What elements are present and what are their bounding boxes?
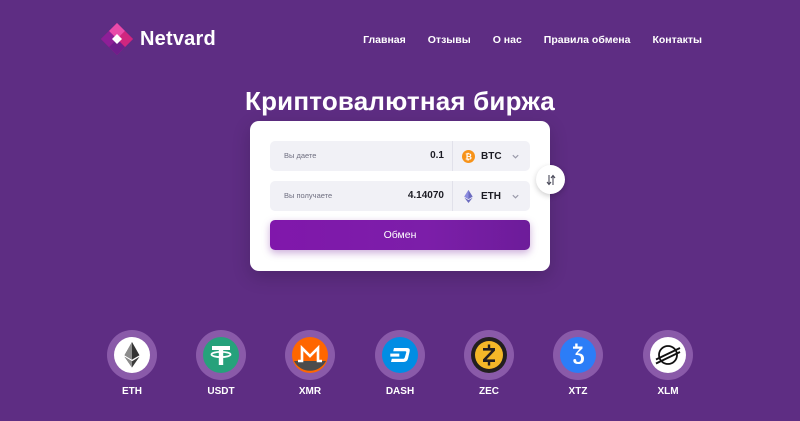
tether-icon (203, 337, 239, 373)
swap-button[interactable] (536, 165, 565, 194)
coin-label: XLM (657, 386, 679, 397)
brand-name: Netvard (140, 27, 216, 50)
get-field: Вы получаете 4.14070 ETH (270, 181, 530, 211)
coin-eth[interactable]: ETH (102, 330, 162, 397)
chevron-down-icon (512, 154, 519, 159)
nav-item-contacts[interactable]: Контакты (652, 34, 702, 46)
tezos-icon (560, 337, 596, 373)
give-currency-select[interactable]: ₿ BTC (453, 141, 530, 171)
nav-item-home[interactable]: Главная (363, 34, 406, 46)
stellar-icon (650, 337, 686, 373)
page-title: Криптовалютная биржа (245, 86, 555, 116)
coin-xlm[interactable]: XLM (638, 330, 698, 397)
coin-list: ETH USDT XMR DASH ZEC XTZ XLM (0, 330, 800, 400)
coin-label: USDT (207, 386, 235, 397)
zcash-icon (471, 337, 507, 373)
coin-label: XTZ (568, 386, 588, 397)
exchange-card: Вы даете 0.1 ₿ BTC Вы получаете 4.14070 (250, 121, 550, 271)
bitcoin-icon: ₿ (462, 149, 475, 163)
nav-item-rules[interactable]: Правила обмена (544, 34, 631, 46)
swap-arrows-icon (546, 174, 555, 185)
ethereum-icon (114, 337, 150, 373)
give-field: Вы даете 0.1 ₿ BTC (270, 141, 530, 171)
dash-icon (382, 337, 418, 373)
give-amount-input[interactable]: Вы даете 0.1 (270, 141, 453, 171)
get-value: 4.14070 (407, 190, 444, 201)
coin-label: XMR (298, 386, 322, 397)
main-nav: Главная Отзывы О нас Правила обмена Конт… (363, 34, 702, 46)
coin-usdt[interactable]: USDT (191, 330, 251, 397)
coin-zec[interactable]: ZEC (459, 330, 519, 397)
chevron-down-icon (512, 194, 519, 199)
svg-text:₿: ₿ (465, 151, 472, 161)
nav-item-reviews[interactable]: Отзывы (428, 34, 471, 46)
ethereum-icon (464, 189, 473, 203)
coin-xtz[interactable]: XTZ (548, 330, 608, 397)
nav-item-about[interactable]: О нас (493, 34, 522, 46)
site-header: Netvard Главная Отзывы О нас Правила обм… (0, 0, 800, 80)
get-amount-input[interactable]: Вы получаете 4.14070 (270, 181, 453, 211)
coin-label: DASH (385, 386, 415, 397)
get-currency-code: ETH (481, 190, 501, 202)
coin-label: ETH (122, 386, 142, 397)
get-currency-select[interactable]: ETH (453, 181, 530, 211)
give-currency-code: BTC (481, 150, 502, 162)
coin-dash[interactable]: DASH (370, 330, 430, 397)
get-label: Вы получаете (284, 191, 333, 200)
monero-icon (292, 337, 328, 373)
exchange-button[interactable]: Обмен (270, 220, 530, 250)
logo[interactable]: Netvard (100, 22, 216, 56)
give-label: Вы даете (284, 151, 317, 160)
coin-label: ZEC (479, 386, 499, 397)
coin-xmr[interactable]: XMR (280, 330, 340, 397)
give-value: 0.1 (430, 150, 444, 161)
netvard-logo-icon (101, 23, 133, 55)
